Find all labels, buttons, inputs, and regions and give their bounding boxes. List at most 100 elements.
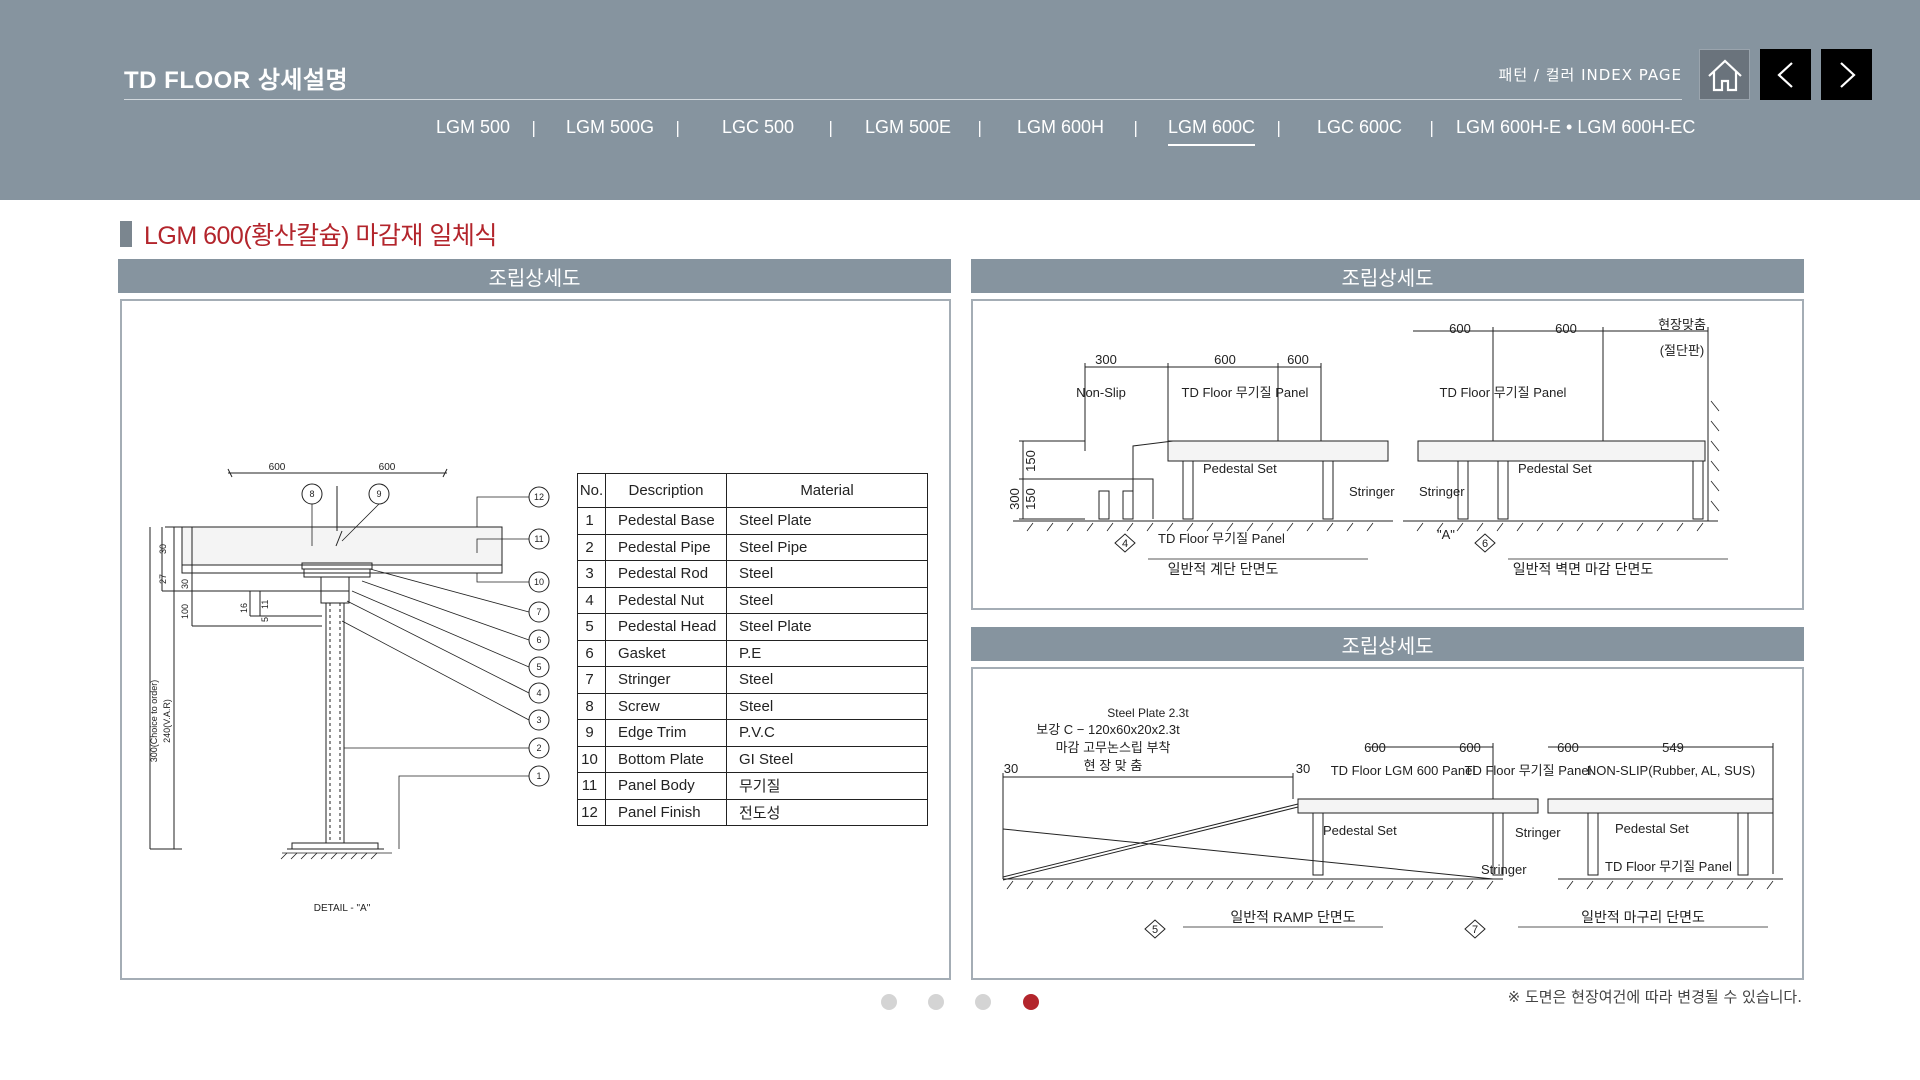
- tab-lgm-500e[interactable]: LGM 500E: [865, 117, 951, 138]
- edge-label-pedestal: Pedestal Set: [1615, 821, 1689, 836]
- tab-lgm-600h-e-ec[interactable]: LGM 600H-E • LGM 600H-EC: [1456, 117, 1695, 138]
- row-description: Pedestal Pipe: [605, 533, 727, 561]
- pagination-dot-4[interactable]: [1023, 994, 1039, 1010]
- table-row: 5 Pedestal Head Steel Plate: [577, 613, 928, 641]
- row-material: 무기질: [726, 772, 928, 800]
- pagination-dot-2[interactable]: [928, 994, 944, 1010]
- wall-label-stringer: Stringer: [1419, 484, 1465, 499]
- ramp-dim-600a: 600: [1364, 740, 1386, 755]
- wall-label-pedestal: Pedestal Set: [1518, 461, 1592, 476]
- edge-caption: 일반적 마구리 단면도: [1581, 909, 1705, 925]
- stair-section-num: 4: [1122, 538, 1128, 550]
- tab-lgc-600c[interactable]: LGC 600C: [1317, 117, 1402, 138]
- ramp-label-pedestal: Pedestal Set: [1323, 823, 1397, 838]
- table-row: 1 Pedestal Base Steel Plate: [577, 507, 928, 535]
- row-material: Steel: [726, 666, 928, 694]
- tab-lgm-600h[interactable]: LGM 600H: [1017, 117, 1104, 138]
- row-material: Steel Pipe: [726, 533, 928, 561]
- row-description: Pedestal Head: [605, 613, 727, 641]
- wall-label-field: 현장맞춤: [1658, 317, 1706, 332]
- row-material: Steel: [726, 560, 928, 588]
- callout-5: 5: [536, 662, 541, 672]
- edge-label-panel-bottom: TD Floor 무기질 Panel: [1605, 859, 1732, 874]
- tab-lgm-600c[interactable]: LGM 600C: [1168, 117, 1256, 146]
- prev-button[interactable]: [1760, 49, 1811, 100]
- row-description: Stringer: [605, 666, 727, 694]
- row-no: 9: [577, 719, 606, 747]
- row-material: Steel: [726, 692, 928, 720]
- row-material: Steel Plate: [726, 613, 928, 641]
- row-no: 5: [577, 613, 606, 641]
- edge-label-stringer: Stringer: [1515, 825, 1561, 840]
- table-row: 12 Panel Finish 전도성: [577, 798, 928, 826]
- row-description: Panel Body: [605, 772, 727, 800]
- row-material: 전도성: [726, 798, 928, 826]
- row-description: Pedestal Nut: [605, 586, 727, 614]
- wall-dim-600b: 600: [1555, 321, 1577, 336]
- stair-label-panel-bottom: TD Floor 무기질 Panel: [1158, 531, 1285, 546]
- callout-3: 3: [536, 715, 541, 725]
- tab-lgc-500[interactable]: LGC 500: [722, 117, 794, 138]
- v-dim-16: 16: [239, 603, 249, 613]
- edge-label-panel: TD Floor 무기질 Panel: [1465, 763, 1592, 778]
- tab-separator: |: [675, 118, 681, 137]
- ramp-dim-30-left: 30: [1004, 761, 1018, 776]
- parts-table-wrap: No. Description Material 1 Pedestal Base S…: [577, 473, 928, 826]
- bottom-right-panel-title: 조립상세도: [971, 627, 1804, 661]
- tab-separator: |: [977, 118, 983, 137]
- row-no: 10: [577, 745, 606, 773]
- tab-lgm-500g[interactable]: LGM 500G: [566, 117, 654, 138]
- row-no: 3: [577, 560, 606, 588]
- row-material: Steel Plate: [726, 507, 928, 535]
- row-description: Bottom Plate: [605, 745, 727, 773]
- edge-dim-600: 600: [1557, 740, 1579, 755]
- col-description: Description: [605, 473, 727, 508]
- row-material: P.E: [726, 639, 928, 667]
- ramp-label-stringer: Stringer: [1481, 862, 1527, 877]
- detail-a-caption: DETAIL - "A": [314, 903, 371, 914]
- next-button[interactable]: [1821, 49, 1872, 100]
- stair-dim-v300: 300: [1007, 488, 1022, 510]
- pagination-dot-3[interactable]: [975, 994, 991, 1010]
- brand-title: TD FLOOR 상세설명: [124, 67, 349, 94]
- callout-10: 10: [534, 577, 544, 587]
- callout-4: 4: [536, 688, 541, 698]
- edge-label-nonslip: NON-SLIP(Rubber, AL, SUS): [1587, 763, 1755, 778]
- tab-separator: |: [531, 118, 537, 137]
- callout-1: 1: [536, 771, 541, 781]
- table-row: 6 Gasket P.E: [577, 639, 928, 667]
- tab-lgm-500[interactable]: LGM 500: [436, 117, 510, 138]
- row-no: 7: [577, 666, 606, 694]
- tab-separator: |: [1276, 118, 1282, 137]
- callout-12: 12: [534, 492, 544, 502]
- row-no: 12: [577, 798, 606, 826]
- ramp-dim-600b: 600: [1459, 740, 1481, 755]
- callout-11: 11: [534, 534, 543, 544]
- product-tabs: LGM 500 | LGM 500G | LGC 500 | LGM 500E …: [0, 117, 1920, 147]
- stair-label-pedestal: Pedestal Set: [1203, 461, 1277, 476]
- v-dim-100: 100: [180, 604, 190, 619]
- v-label-var: 240(V.A.R): [162, 699, 172, 743]
- chevron-left-icon: [1776, 61, 1793, 88]
- col-no: No.: [577, 473, 606, 508]
- callout-9: 9: [376, 489, 381, 499]
- parts-table: No. Description Material 1 Pedestal Base S…: [577, 473, 928, 826]
- wall-dim-600a: 600: [1449, 321, 1471, 336]
- row-description: Screw: [605, 692, 727, 720]
- ramp-note-reinforce: 보강 C − 120x60x20x2.3t: [1036, 722, 1180, 737]
- index-page-link[interactable]: 패턴 / 컬러 INDEX PAGE: [1499, 64, 1682, 85]
- callout-7: 7: [536, 607, 541, 617]
- row-no: 8: [577, 692, 606, 720]
- row-no: 1: [577, 507, 606, 535]
- ramp-section-num: 5: [1152, 924, 1158, 936]
- row-no: 2: [577, 533, 606, 561]
- stair-dim-v150b: 150: [1023, 488, 1038, 510]
- row-description: Pedestal Base: [605, 507, 727, 535]
- section-heading: LGM 600(황산칼슘) 마감재 일체식: [120, 218, 497, 250]
- home-button[interactable]: [1699, 49, 1750, 100]
- top-right-panel-title: 조립상세도: [971, 259, 1804, 293]
- row-description: Edge Trim: [605, 719, 727, 747]
- ramp-edge-panel: Steel Plate 2.3t 보강 C − 120x60x20x2.3t 마…: [971, 667, 1804, 980]
- pagination-dot-1[interactable]: [881, 994, 897, 1010]
- section-title: LGM 600(황산칼슘) 마감재 일체식: [144, 222, 497, 250]
